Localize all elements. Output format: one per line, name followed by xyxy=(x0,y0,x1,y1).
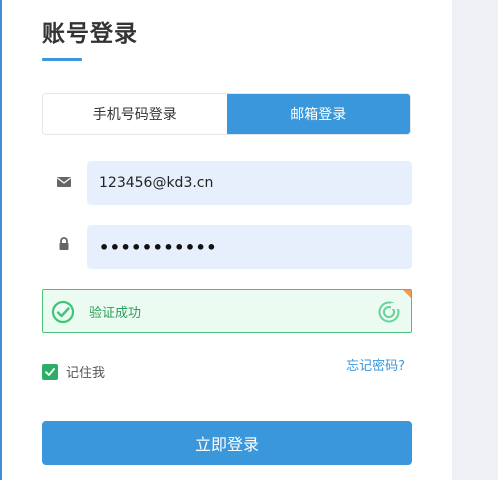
forgot-password-link[interactable]: 忘记密码? xyxy=(346,355,405,374)
remember-checkbox[interactable] xyxy=(42,363,58,380)
lock-icon xyxy=(56,236,72,252)
remember-me[interactable]: 记住我 xyxy=(42,362,105,381)
captcha-verify-box[interactable]: 验证成功 xyxy=(42,289,412,333)
left-border xyxy=(0,0,2,480)
login-tabs: 手机号码登录 邮箱登录 xyxy=(42,93,411,135)
right-background-panel xyxy=(452,0,498,480)
password-field[interactable]: ••••••••••• xyxy=(87,225,412,269)
captcha-logo-icon xyxy=(377,300,401,324)
page-title: 账号登录 xyxy=(42,21,138,47)
tab-phone-login[interactable]: 手机号码登录 xyxy=(43,94,227,134)
checkmark-icon xyxy=(45,367,55,376)
tab-email-login[interactable]: 邮箱登录 xyxy=(226,94,410,134)
email-field[interactable]: 123456@kd3.cn xyxy=(87,161,412,205)
captcha-status-text: 验证成功 xyxy=(89,306,142,321)
remember-label: 记住我 xyxy=(66,366,106,381)
check-circle-icon xyxy=(51,300,75,324)
title-underline xyxy=(42,58,82,61)
envelope-icon xyxy=(56,174,72,190)
captcha-corner-badge xyxy=(403,290,411,298)
login-button[interactable]: 立即登录 xyxy=(42,421,412,465)
